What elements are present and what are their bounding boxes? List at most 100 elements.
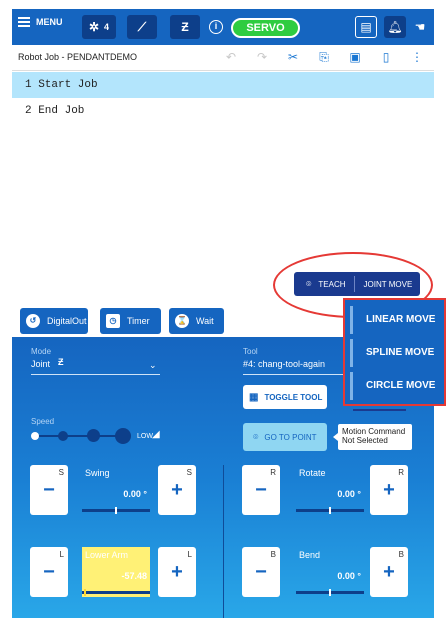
- timer-button[interactable]: ◷ Timer: [100, 308, 161, 334]
- menu-icon: [18, 17, 30, 27]
- joint-name: Rotate: [299, 468, 326, 478]
- lower-arm-minus-button[interactable]: − L: [30, 547, 68, 597]
- rotate-minus-button[interactable]: − R: [242, 465, 280, 515]
- bend-readout: Bend 0.00 °: [296, 547, 364, 597]
- mode-underline: [31, 374, 160, 375]
- tool-underline: [243, 374, 348, 375]
- z-axis-icon: Ƶ: [181, 20, 189, 34]
- top-bar: MENU ✲ 4 ⟋ Ƶ i SERVO ▤ 🔔︎ ☚: [12, 9, 434, 45]
- z-axis-button[interactable]: Ƶ: [170, 15, 200, 39]
- bend-minus-button[interactable]: − B: [242, 547, 280, 597]
- rotate-readout: Rotate 0.00 °: [296, 465, 364, 515]
- joint-value: -57.48: [121, 571, 147, 581]
- undo-icon[interactable]: ↶: [224, 50, 238, 64]
- joint-tick: [115, 507, 117, 514]
- tool-value[interactable]: #4: chang-tool-again: [243, 359, 325, 369]
- motion-tooltip: Motion Command Not Selected: [333, 424, 412, 450]
- hand-guide-button[interactable]: ☚: [409, 16, 431, 38]
- move-type-menu: LINEAR MOVE SPLINE MOVE CIRCLE MOVE: [343, 298, 446, 406]
- job-header: Robot Job - PENDANTDEMO ↶ ↷ ✂ ⎘ ▣ ▯ ⋮: [12, 45, 434, 71]
- toggle-tool-label: TOGGLE TOOL: [264, 392, 323, 402]
- servo-button[interactable]: SERVO: [231, 18, 300, 38]
- digital-out-label: DigitalOut: [47, 316, 87, 326]
- joint-bar: [82, 591, 150, 594]
- speed-stop-4: [115, 428, 131, 444]
- more-icon[interactable]: ⋮: [410, 50, 424, 64]
- cut-icon[interactable]: ✂: [286, 50, 300, 64]
- speed-track: [34, 435, 128, 437]
- linear-move-option[interactable]: LINEAR MOVE: [350, 306, 446, 334]
- toggle-tool-icon: ▦: [249, 391, 259, 403]
- speed-label: Speed: [31, 417, 55, 426]
- pin-icon: ⌾: [253, 431, 259, 442]
- joint-tick: [329, 589, 331, 596]
- speed-stop-2: [58, 431, 68, 441]
- mode-label: Mode: [31, 347, 52, 356]
- joint-name: Swing: [85, 468, 110, 478]
- swing-minus-button[interactable]: − S: [30, 465, 68, 515]
- axis-label: S: [58, 468, 64, 477]
- robot-icon: ✲: [88, 20, 100, 34]
- rotate-plus-button[interactable]: + R: [370, 465, 408, 515]
- joint-value: 0.00 °: [123, 489, 147, 499]
- lower-arm-readout: Lower Arm -57.48: [82, 547, 150, 597]
- timer-icon: ◷: [106, 314, 120, 328]
- digital-out-icon: ↺: [26, 314, 40, 328]
- chevron-down-icon: ⌄: [149, 360, 157, 370]
- tool-count: 4: [104, 22, 110, 32]
- redo-icon[interactable]: ↷: [255, 50, 269, 64]
- joint-tick: [329, 507, 331, 514]
- swing-plus-button[interactable]: + S: [158, 465, 196, 515]
- job-line-end[interactable]: 2 End Job: [12, 98, 434, 124]
- speed-stop-3: [87, 429, 100, 442]
- digital-out-button[interactable]: ↺ DigitalOut: [20, 308, 88, 334]
- delete-icon[interactable]: ▯: [379, 50, 393, 64]
- robot-selector-button[interactable]: ✲ 4: [82, 15, 116, 39]
- axis-button[interactable]: ⟋: [127, 15, 157, 39]
- axis-label: L: [187, 550, 192, 559]
- axis-label: S: [186, 468, 192, 477]
- job-title: Robot Job - PENDANTDEMO: [18, 52, 138, 62]
- panel-divider: [223, 465, 224, 618]
- message-icon: ▤: [360, 20, 372, 34]
- toggle-tool-button[interactable]: ▦ TOGGLE TOOL: [243, 385, 327, 409]
- job-line-start[interactable]: 1 Start Job: [12, 72, 434, 98]
- joint-name: Bend: [299, 550, 321, 560]
- axis-label: R: [270, 468, 276, 477]
- axis-label: B: [398, 550, 404, 559]
- swing-readout: Swing 0.00 °: [82, 465, 150, 515]
- speed-stop-1: [31, 432, 39, 440]
- mode-value: Joint: [31, 359, 51, 369]
- message-button[interactable]: ▤: [355, 16, 377, 38]
- joint-name: Lower Arm: [85, 550, 129, 560]
- axis-label: R: [398, 468, 404, 477]
- speed-value: LOW: [137, 433, 153, 440]
- axis-label: B: [270, 550, 276, 559]
- joint-value: 0.00 °: [337, 571, 361, 581]
- joint-tick: [84, 589, 86, 596]
- wait-icon: ⌛: [175, 314, 189, 328]
- hand-icon: ☚: [414, 20, 426, 34]
- axis-icon: ⟋: [137, 19, 147, 34]
- copy-icon[interactable]: ⎘: [317, 50, 331, 64]
- bell-icon: 🔔︎: [387, 20, 403, 34]
- joint-value: 0.00 °: [337, 489, 361, 499]
- menu-button[interactable]: MENU: [18, 17, 63, 27]
- menu-stub: [353, 409, 406, 411]
- lower-arm-plus-button[interactable]: + L: [158, 547, 196, 597]
- bend-plus-button[interactable]: + B: [370, 547, 408, 597]
- speed-ramp-icon: ◢: [152, 429, 160, 440]
- spline-move-option[interactable]: SPLINE MOVE: [350, 339, 446, 367]
- tool-label: Tool: [243, 347, 258, 356]
- go-to-point-label: GO TO POINT: [264, 432, 317, 442]
- notifications-button[interactable]: 🔔︎: [384, 16, 406, 38]
- circle-move-option[interactable]: CIRCLE MOVE: [350, 372, 446, 400]
- wait-label: Wait: [196, 316, 214, 326]
- paste-icon[interactable]: ▣: [348, 50, 362, 64]
- info-icon[interactable]: i: [209, 20, 223, 34]
- menu-label: MENU: [36, 17, 63, 27]
- wait-button[interactable]: ⌛ Wait: [169, 308, 224, 334]
- timer-label: Timer: [127, 316, 150, 326]
- go-to-point-button[interactable]: ⌾ GO TO POINT: [243, 423, 327, 451]
- edit-toolbar: ↶ ↷ ✂ ⎘ ▣ ▯ ⋮: [224, 50, 424, 64]
